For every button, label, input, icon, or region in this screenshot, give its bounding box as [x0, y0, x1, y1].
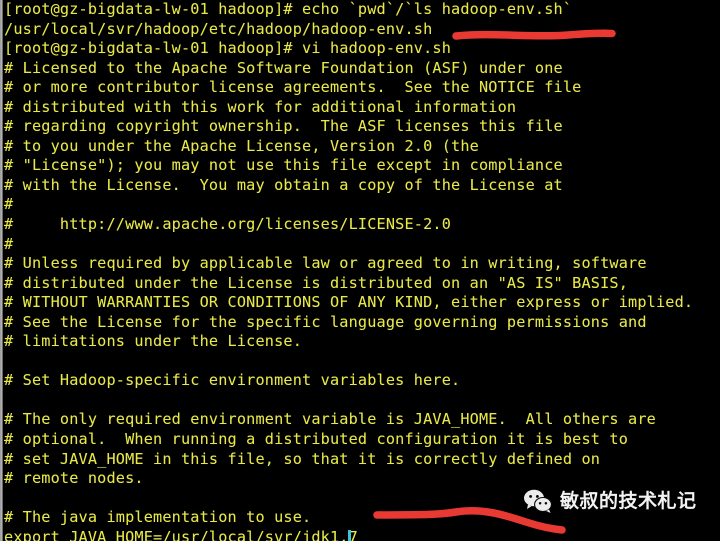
terminal-line: # distributed under the License is distr… [4, 273, 629, 292]
terminal-line: # "License"); you may not use this file … [4, 156, 563, 175]
terminal-line-export: export JAVA_HOME=/usr/local/svr/jdk1.7 [4, 528, 716, 541]
terminal-line: # distributed with this work for additio… [4, 97, 517, 116]
terminal-line: # [4, 234, 14, 253]
terminal-line: [root@gz-bigdata-lw-01 hadoop]# echo `pw… [4, 0, 573, 18]
export-statement-text: export JAVA_HOME=/usr/local/svr/jdk1. [4, 527, 349, 541]
terminal-line: # [4, 195, 14, 214]
terminal-line: # http://www.apache.org/licenses/LICENSE… [4, 215, 452, 234]
terminal-line: # or more contributor license agreements… [4, 78, 582, 97]
terminal-line: # WITHOUT WARRANTIES OR CONDITIONS OF AN… [4, 293, 694, 312]
terminal-line: # remote nodes. [4, 469, 144, 488]
terminal-line: # set JAVA_HOME in this file, so that it… [4, 449, 601, 468]
terminal-line: # Unless required by applicable law or a… [4, 254, 647, 273]
terminal-line: # Licensed to the Apache Software Founda… [4, 58, 563, 77]
terminal-line: # regarding copyright ownership. The ASF… [4, 117, 563, 136]
terminal-line: [root@gz-bigdata-lw-01 hadoop]# vi hadoo… [4, 39, 452, 58]
terminal-window[interactable]: [root@gz-bigdata-lw-01 hadoop]# echo `pw… [0, 0, 720, 541]
terminal-line: # The only required environment variable… [4, 410, 656, 429]
terminal-line: # optional. When running a distributed c… [4, 430, 629, 449]
terminal-line: # See the License for the specific langu… [4, 312, 647, 331]
terminal-line: # Set Hadoop-specific environment variab… [4, 371, 461, 390]
terminal-screen[interactable]: [root@gz-bigdata-lw-01 hadoop]# echo `pw… [4, 0, 716, 541]
text-cursor[interactable]: 7 [347, 528, 358, 541]
terminal-scrollbar[interactable] [0, 0, 3, 541]
terminal-line: # to you under the Apache License, Versi… [4, 136, 479, 155]
terminal-line: # limitations under the License. [4, 332, 303, 351]
terminal-line: /usr/local/svr/hadoop/etc/hadoop/hadoop-… [4, 19, 433, 38]
terminal-line: # with the License. You may obtain a cop… [4, 175, 563, 194]
terminal-line: # The java implementation to use. [4, 508, 312, 527]
